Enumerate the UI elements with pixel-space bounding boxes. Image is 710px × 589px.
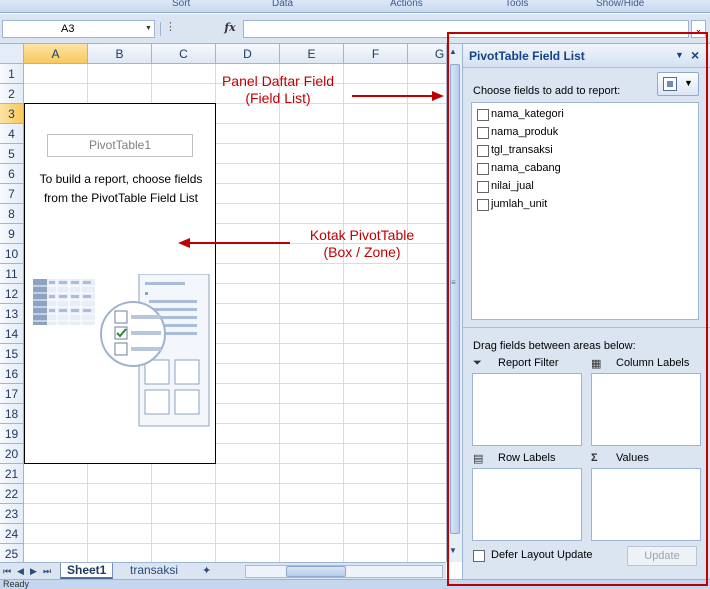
annotation-arrows	[178, 91, 444, 248]
arrow-right-icon	[352, 91, 444, 101]
arrow-left-icon	[178, 238, 290, 248]
